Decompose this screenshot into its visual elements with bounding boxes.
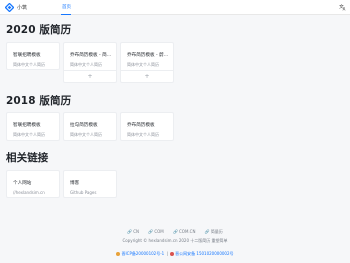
top-header: 小筑 首页 文 A	[0, 0, 350, 15]
section-title-2018: 2018 版简历	[6, 95, 72, 107]
section-title-2020: 2020 版简历	[6, 24, 72, 36]
footer-link[interactable]: 🔗COM.CN	[173, 229, 195, 234]
badge-icon	[116, 251, 121, 256]
card-subtitle: 简体中文个人简历	[70, 62, 102, 67]
link-icon: 🔗	[127, 229, 133, 234]
police-badge-icon	[170, 251, 175, 256]
card-title: 乔布简历模板	[127, 123, 155, 128]
nav-item-home[interactable]: 首页	[62, 4, 71, 10]
nav-active-indicator	[61, 13, 71, 15]
resume-card[interactable]: 智联招聘模板 简体中文个人简历	[6, 112, 60, 141]
link-card[interactable]: 博客 Github Pages	[63, 170, 117, 198]
footer-link[interactable]: 🔗简量历	[205, 229, 223, 234]
resume-card[interactable]: 乔布简历模板 - 蔚... 简体中文个人简历 +	[120, 42, 174, 83]
card-title: 博客	[70, 181, 80, 186]
translate-icon[interactable]: 文 A	[339, 3, 347, 11]
brand-name[interactable]: 小筑	[17, 4, 27, 11]
footer-link[interactable]: 🔗COM	[148, 229, 163, 234]
resume-card[interactable]: 乔布简历模板 简体中文个人简历	[120, 112, 174, 141]
card-title: 智联招聘模板	[13, 53, 41, 58]
card-subtitle: 简体中文个人简历	[70, 132, 102, 137]
card-subtitle: //hexlandsim.cn	[13, 190, 45, 195]
add-icon[interactable]: +	[64, 70, 116, 82]
card-subtitle: 简体中文个人简历	[127, 132, 159, 137]
link-icon: 🔗	[204, 229, 210, 234]
beian-link[interactable]: 晋ICP备20000102号-1	[116, 251, 164, 256]
link-card[interactable]: 个人网站 //hexlandsim.cn	[6, 170, 60, 198]
section-title-links: 相关链接	[6, 152, 49, 164]
card-subtitle: 简体中文个人简历	[127, 62, 159, 67]
card-subtitle: 简体中文个人简历	[13, 132, 45, 137]
card-title: 拉勾简历模板	[70, 123, 98, 128]
link-icon: 🔗	[173, 229, 178, 234]
add-icon[interactable]: +	[121, 70, 173, 82]
svg-text:A: A	[343, 7, 346, 11]
resume-card[interactable]: 智联招聘模板 简体中文个人简历	[6, 42, 60, 70]
logo-icon[interactable]	[5, 3, 14, 12]
footer-links: 🔗CN 🔗COM 🔗COM.CN 🔗简量历	[0, 229, 350, 235]
card-title: 乔布简历模板 - 简...	[70, 53, 112, 58]
card-subtitle: 简体中文个人简历	[13, 62, 45, 67]
footer-link[interactable]: 🔗CN	[127, 229, 139, 234]
card-title: 智联招聘模板	[13, 123, 41, 128]
resume-card[interactable]: 乔布简历模板 - 简... 简体中文个人简历 +	[63, 42, 117, 83]
link-icon: 🔗	[148, 229, 154, 234]
card-title: 个人网站	[13, 181, 32, 186]
card-subtitle: Github Pages	[70, 190, 97, 195]
resume-card[interactable]: 拉勾简历模板 简体中文个人简历	[63, 112, 117, 141]
beian-info: 晋ICP备20000102号-1 | 晋公网安备 1501020000002号	[0, 251, 350, 257]
copyright-text: Copyright © hexlandsim.cn 2020 十二版简历 重塑简…	[122, 237, 228, 243]
police-beian-link[interactable]: 晋公网安备 1501020000002号	[170, 251, 234, 256]
card-title: 乔布简历模板 - 蔚...	[127, 53, 169, 58]
